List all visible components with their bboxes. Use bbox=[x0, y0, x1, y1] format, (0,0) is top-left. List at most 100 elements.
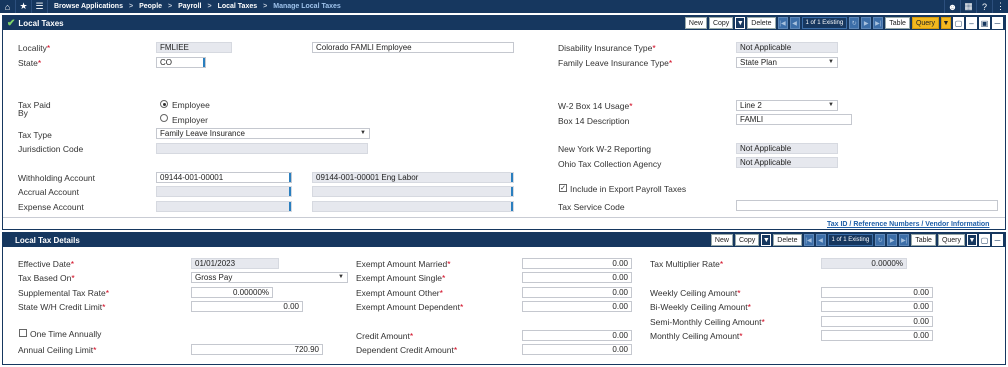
first-record-icon[interactable]: |◀ bbox=[803, 234, 814, 246]
withholding-account-field[interactable]: 09144-001-00001 bbox=[156, 172, 292, 183]
tax-based-on-select[interactable]: Gross Pay bbox=[191, 272, 348, 283]
employer-radio[interactable] bbox=[160, 114, 168, 122]
semimonthly-ceiling-amount-label: Semi-Monthly Ceiling Amount* bbox=[650, 317, 765, 327]
semimonthly-ceiling-amount-field[interactable]: 0.00 bbox=[821, 316, 933, 327]
biweekly-ceiling-amount-field[interactable]: 0.00 bbox=[821, 301, 933, 312]
expense-account-field[interactable] bbox=[156, 201, 292, 212]
tax-service-code-field[interactable] bbox=[736, 200, 998, 211]
previous-record-icon[interactable]: ◀ bbox=[789, 17, 800, 29]
exempt-amount-married-label: Exempt Amount Married* bbox=[356, 259, 451, 269]
tax-paid-by-label-line2: By bbox=[18, 108, 28, 118]
disability-insurance-type-field[interactable]: Not Applicable bbox=[736, 42, 838, 53]
breadcrumb: Browse Applications > People > Payroll > Lo… bbox=[54, 3, 341, 10]
employee-radio-label: Employee bbox=[172, 100, 210, 110]
annual-ceiling-limit-field[interactable]: 720.90 bbox=[191, 344, 323, 355]
copy-dropdown-icon[interactable]: ▼ bbox=[735, 17, 746, 29]
weekly-ceiling-amount-field[interactable]: 0.00 bbox=[821, 287, 933, 298]
effective-date-field[interactable]: 01/01/2023 bbox=[191, 258, 279, 269]
query-dropdown-icon[interactable]: ▼ bbox=[967, 234, 977, 246]
accrual-account-field[interactable] bbox=[156, 186, 292, 197]
copy-button[interactable]: Copy bbox=[734, 234, 760, 246]
refresh-icon[interactable]: ↻ bbox=[849, 17, 860, 29]
help-icon[interactable]: ? bbox=[976, 0, 992, 13]
state-field[interactable]: CO bbox=[156, 57, 206, 68]
state-label: State* bbox=[18, 58, 42, 68]
tax-type-select[interactable]: Family Leave Insurance bbox=[156, 128, 370, 139]
menu-icon[interactable]: ☰ bbox=[32, 0, 48, 13]
exempt-amount-married-field[interactable]: 0.00 bbox=[522, 258, 632, 269]
last-record-icon[interactable]: ▶| bbox=[899, 234, 910, 246]
next-record-icon[interactable]: ▶ bbox=[887, 234, 898, 246]
locality-field[interactable]: FMLIEE bbox=[156, 42, 232, 53]
exempt-amount-dependent-label: Exempt Amount Dependent* bbox=[356, 302, 464, 312]
jurisdiction-code-field[interactable] bbox=[156, 143, 368, 154]
exempt-amount-single-label: Exempt Amount Single* bbox=[356, 273, 446, 283]
first-record-icon[interactable]: |◀ bbox=[777, 17, 788, 29]
exempt-amount-dependent-field[interactable]: 0.00 bbox=[522, 301, 632, 312]
jurisdiction-code-label: Jurisdiction Code bbox=[18, 144, 84, 154]
user-icon[interactable]: ☻ bbox=[944, 0, 960, 13]
table-button[interactable]: Table bbox=[885, 17, 910, 29]
effective-date-label: Effective Date* bbox=[18, 259, 75, 269]
breadcrumb-item[interactable]: Payroll bbox=[178, 3, 201, 10]
query-button[interactable]: Query bbox=[937, 234, 965, 246]
include-export-payroll-label: Include in Export Payroll Taxes bbox=[570, 184, 687, 194]
box14-description-field[interactable]: FAMLI bbox=[736, 114, 852, 125]
collapse-icon[interactable]: ─ bbox=[992, 234, 1003, 246]
last-record-icon[interactable]: ▶| bbox=[873, 17, 884, 29]
copy-dropdown-icon[interactable]: ▼ bbox=[761, 234, 772, 246]
restore-icon[interactable]: ▢ bbox=[953, 17, 964, 29]
biweekly-ceiling-amount-label: Bi-Weekly Ceiling Amount* bbox=[650, 302, 751, 312]
delete-button[interactable]: Delete bbox=[773, 234, 802, 246]
refresh-icon[interactable]: ↻ bbox=[875, 234, 886, 246]
exempt-amount-other-label: Exempt Amount Other* bbox=[356, 288, 443, 298]
breadcrumb-item[interactable]: Local Taxes bbox=[218, 3, 258, 10]
ohio-tax-collection-agency-label: Ohio Tax Collection Agency bbox=[558, 159, 662, 169]
accrual-account-description bbox=[312, 186, 514, 197]
tax-multiplier-rate-field[interactable]: 0.0000% bbox=[821, 258, 907, 269]
ohio-tax-collection-agency-field[interactable]: Not Applicable bbox=[736, 157, 838, 168]
dependent-credit-amount-field[interactable]: 0.00 bbox=[522, 344, 632, 355]
supplemental-tax-rate-field[interactable]: 0.00000% bbox=[191, 287, 273, 298]
building-icon[interactable]: ▦ bbox=[960, 0, 976, 13]
one-time-annually-checkbox[interactable] bbox=[19, 329, 27, 337]
delete-button[interactable]: Delete bbox=[747, 17, 776, 29]
state-wh-credit-limit-field[interactable]: 0.00 bbox=[191, 301, 303, 312]
copy-button[interactable]: Copy bbox=[708, 17, 734, 29]
exempt-amount-single-field[interactable]: 0.00 bbox=[522, 272, 632, 283]
locality-description-field[interactable]: Colorado FAMLI Employee bbox=[312, 42, 514, 53]
disability-insurance-type-label: Disability Insurance Type* bbox=[558, 43, 656, 53]
minimize-icon[interactable]: – bbox=[966, 17, 977, 29]
supplemental-tax-rate-label: Supplemental Tax Rate* bbox=[18, 288, 110, 298]
more-menu-icon[interactable]: ⋮ bbox=[992, 0, 1008, 13]
home-icon[interactable]: ⌂ bbox=[0, 0, 16, 13]
include-export-payroll-checkbox[interactable]: ✓ bbox=[559, 184, 567, 192]
credit-amount-field[interactable]: 0.00 bbox=[522, 330, 632, 341]
panel-title: Local Taxes bbox=[18, 18, 64, 28]
query-button[interactable]: Query bbox=[911, 17, 939, 29]
collapse-icon[interactable]: ─ bbox=[992, 17, 1003, 29]
top-navigation-bar: ⌂ ★ ☰ Browse Applications > People > Payro… bbox=[0, 0, 1008, 13]
employee-radio[interactable] bbox=[160, 100, 168, 108]
family-leave-insurance-type-select[interactable]: State Plan bbox=[736, 57, 838, 68]
w2-box14-usage-select[interactable]: Line 2 bbox=[736, 100, 838, 111]
tax-id-reference-link[interactable]: Tax ID / Reference Numbers / Vendor Info… bbox=[827, 221, 989, 228]
accrual-account-label: Accrual Account bbox=[18, 187, 79, 197]
ny-w2-reporting-field[interactable]: Not Applicable bbox=[736, 143, 838, 154]
new-button[interactable]: New bbox=[710, 234, 733, 246]
favorites-star-icon[interactable]: ★ bbox=[16, 0, 32, 13]
breadcrumb-item[interactable]: Browse Applications bbox=[54, 3, 123, 10]
table-button[interactable]: Table bbox=[911, 234, 936, 246]
new-button[interactable]: New bbox=[684, 17, 707, 29]
breadcrumb-item[interactable]: People bbox=[139, 3, 162, 10]
monthly-ceiling-amount-field[interactable]: 0.00 bbox=[821, 330, 933, 341]
restore-icon[interactable]: ▢ bbox=[979, 234, 990, 246]
exempt-amount-other-field[interactable]: 0.00 bbox=[522, 287, 632, 298]
maximize-icon[interactable]: ▣ bbox=[979, 17, 990, 29]
annual-ceiling-limit-label: Annual Ceiling Limit* bbox=[18, 345, 97, 355]
checkmark-icon: ✔ bbox=[7, 17, 16, 29]
next-record-icon[interactable]: ▶ bbox=[861, 17, 872, 29]
query-dropdown-icon[interactable]: ▼ bbox=[941, 17, 951, 29]
previous-record-icon[interactable]: ◀ bbox=[815, 234, 826, 246]
dependent-credit-amount-label: Dependent Credit Amount* bbox=[356, 345, 458, 355]
